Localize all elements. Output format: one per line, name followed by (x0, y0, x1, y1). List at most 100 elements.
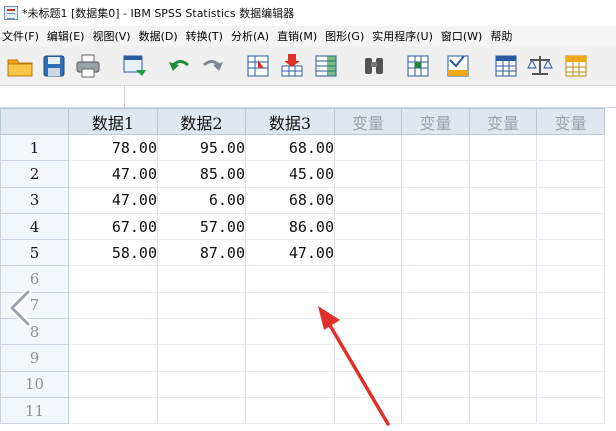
empty-cell[interactable] (536, 397, 605, 425)
empty-cell[interactable] (157, 265, 246, 293)
open-folder-icon[interactable] (6, 52, 34, 80)
undo-icon[interactable] (166, 52, 194, 80)
empty-cell[interactable] (334, 160, 402, 188)
empty-cell[interactable] (401, 239, 470, 267)
empty-cell[interactable] (401, 292, 470, 320)
menu-data[interactable]: 数据(D) (137, 28, 184, 44)
row-number[interactable]: 1 (0, 133, 69, 162)
empty-cell[interactable] (469, 265, 537, 293)
data-cell[interactable]: 47.00 (68, 187, 158, 214)
row-number[interactable]: 5 (0, 239, 69, 267)
empty-cell[interactable] (334, 213, 402, 241)
empty-cell[interactable] (536, 265, 605, 293)
insert-cases-icon[interactable] (404, 52, 432, 80)
empty-cell[interactable] (469, 160, 537, 188)
insert-variable-icon[interactable] (444, 52, 472, 80)
empty-cell[interactable] (536, 160, 605, 188)
empty-cell[interactable] (401, 134, 470, 162)
empty-cell[interactable] (469, 187, 537, 214)
empty-cell[interactable] (469, 371, 537, 398)
empty-cell[interactable] (536, 134, 605, 162)
column-header-var[interactable]: 变量 (401, 108, 470, 135)
cell-reference-field[interactable] (0, 86, 125, 107)
column-header-var[interactable]: 变量 (334, 108, 402, 135)
empty-cell[interactable] (469, 397, 537, 425)
empty-cell[interactable] (536, 344, 605, 372)
empty-cell[interactable] (68, 397, 158, 425)
empty-cell[interactable] (469, 134, 537, 162)
empty-cell[interactable] (157, 344, 246, 372)
data-cell[interactable]: 6.00 (157, 187, 246, 214)
data-cell[interactable]: 86.00 (245, 213, 335, 241)
goto-case-icon[interactable] (244, 52, 272, 80)
empty-cell[interactable] (68, 265, 158, 293)
empty-cell[interactable] (401, 344, 470, 372)
row-number[interactable]: 3 (0, 186, 69, 214)
empty-cell[interactable] (469, 318, 537, 346)
empty-cell[interactable] (469, 213, 537, 241)
dialog-recall-icon[interactable] (120, 52, 148, 80)
empty-cell[interactable] (401, 265, 470, 293)
empty-cell[interactable] (68, 344, 158, 372)
menu-direct-marketing[interactable]: 直销(M) (275, 28, 323, 44)
data-cell[interactable]: 47.00 (245, 239, 335, 267)
empty-cell[interactable] (536, 371, 605, 398)
menu-graphs[interactable]: 图形(G) (323, 28, 370, 44)
data-cell[interactable]: 95.00 (157, 134, 246, 162)
empty-cell[interactable] (157, 292, 246, 320)
empty-cell[interactable] (334, 187, 402, 214)
select-cases-icon[interactable] (562, 52, 590, 80)
chevron-left-icon[interactable] (4, 288, 38, 328)
row-number[interactable]: 2 (0, 160, 69, 188)
menu-edit[interactable]: 编辑(E) (45, 28, 91, 44)
empty-cell[interactable] (334, 134, 402, 162)
menu-view[interactable]: 视图(V) (90, 28, 136, 44)
empty-cell[interactable] (334, 239, 402, 267)
menu-analyze[interactable]: 分析(A) (229, 28, 275, 44)
split-file-icon[interactable] (492, 52, 520, 80)
empty-cell[interactable] (334, 265, 402, 293)
print-icon[interactable] (74, 52, 102, 80)
empty-cell[interactable] (401, 397, 470, 425)
menu-file[interactable]: 文件(F) (0, 28, 45, 44)
data-cell[interactable]: 85.00 (157, 160, 246, 188)
column-header-var[interactable]: 变量 (469, 108, 537, 135)
empty-cell[interactable] (469, 292, 537, 320)
data-cell[interactable]: 47.00 (68, 160, 158, 188)
weight-cases-icon[interactable] (526, 52, 554, 80)
data-cell[interactable]: 45.00 (245, 160, 335, 188)
column-header-data3[interactable]: 数据3 (245, 108, 335, 135)
menu-help[interactable]: 帮助 (488, 28, 518, 44)
goto-variable-icon[interactable] (278, 52, 306, 80)
data-cell[interactable]: 87.00 (157, 239, 246, 267)
data-cell[interactable]: 78.00 (68, 134, 158, 162)
empty-cell[interactable] (157, 397, 246, 425)
empty-cell[interactable] (469, 344, 537, 372)
cell-value-field[interactable] (125, 86, 616, 107)
row-number[interactable]: 11 (0, 396, 69, 425)
row-number[interactable]: 9 (0, 344, 69, 372)
empty-cell[interactable] (536, 239, 605, 267)
data-cell[interactable]: 57.00 (157, 213, 246, 241)
empty-cell[interactable] (68, 292, 158, 320)
data-cell[interactable]: 58.00 (68, 239, 158, 267)
save-icon[interactable] (40, 52, 68, 80)
empty-cell[interactable] (245, 265, 335, 293)
column-header-data2[interactable]: 数据2 (157, 108, 246, 135)
empty-cell[interactable] (68, 371, 158, 398)
empty-cell[interactable] (401, 160, 470, 188)
empty-cell[interactable] (536, 213, 605, 241)
empty-cell[interactable] (157, 318, 246, 346)
empty-cell[interactable] (401, 318, 470, 346)
empty-cell[interactable] (536, 292, 605, 320)
column-header-var[interactable]: 变量 (536, 108, 605, 135)
find-icon[interactable] (360, 52, 388, 80)
empty-cell[interactable] (536, 187, 605, 214)
row-number[interactable]: 4 (0, 212, 69, 241)
empty-cell[interactable] (469, 239, 537, 267)
empty-cell[interactable] (401, 213, 470, 241)
data-cell[interactable]: 68.00 (245, 187, 335, 214)
empty-cell[interactable] (157, 371, 246, 398)
row-number[interactable]: 10 (0, 370, 69, 398)
data-cell[interactable]: 67.00 (68, 213, 158, 241)
